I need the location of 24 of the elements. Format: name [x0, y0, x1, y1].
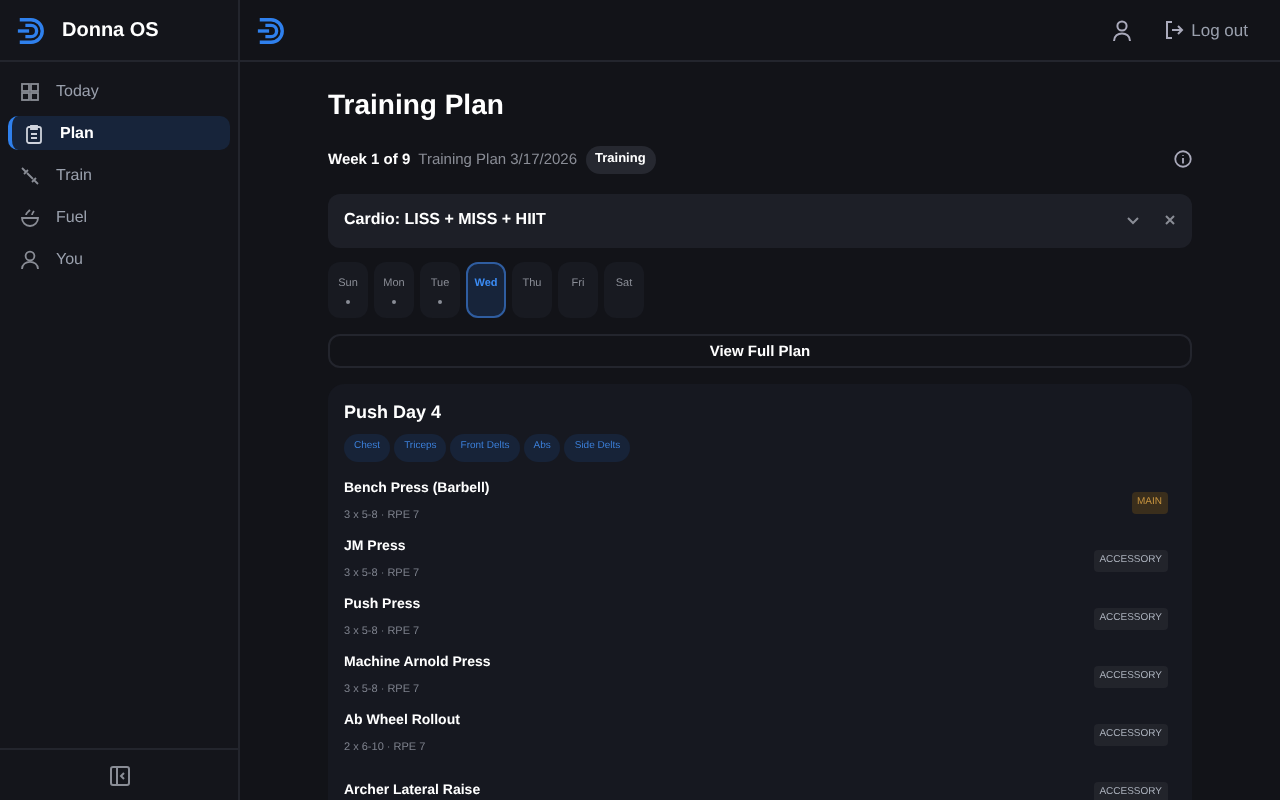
logout-button[interactable]: Log out	[1163, 17, 1248, 43]
dumbbell-icon	[20, 165, 40, 185]
banner-title: Cardio: LISS + MISS + HIIT	[344, 208, 548, 233]
close-icon[interactable]	[1164, 214, 1176, 227]
user-icon	[20, 249, 40, 269]
nav-item[interactable]: Today	[8, 74, 230, 108]
nav-item[interactable]: Train	[8, 158, 230, 192]
grid-icon	[20, 81, 40, 101]
collapse-sidebar-icon[interactable]	[109, 765, 129, 785]
logout-icon	[1163, 20, 1184, 40]
logo-icon	[16, 15, 46, 45]
workout-title: Push Day 4	[344, 399, 444, 426]
user-icon[interactable]	[1111, 19, 1132, 41]
clipboard-icon	[24, 123, 44, 143]
logo-icon	[256, 15, 286, 45]
chevron-down-icon[interactable]	[1126, 215, 1140, 226]
cardio-banner[interactable]: Cardio: LISS + MISS + HIIT	[328, 193, 1192, 248]
bowl-icon	[20, 207, 40, 227]
app-name: Donna OS	[62, 17, 159, 45]
page-title: Training Plan	[328, 86, 506, 124]
nav-item[interactable]: You	[8, 242, 230, 276]
info-icon[interactable]	[1174, 150, 1192, 169]
nav-item[interactable]: Plan	[8, 116, 230, 150]
nav-item[interactable]: Fuel	[8, 200, 230, 234]
